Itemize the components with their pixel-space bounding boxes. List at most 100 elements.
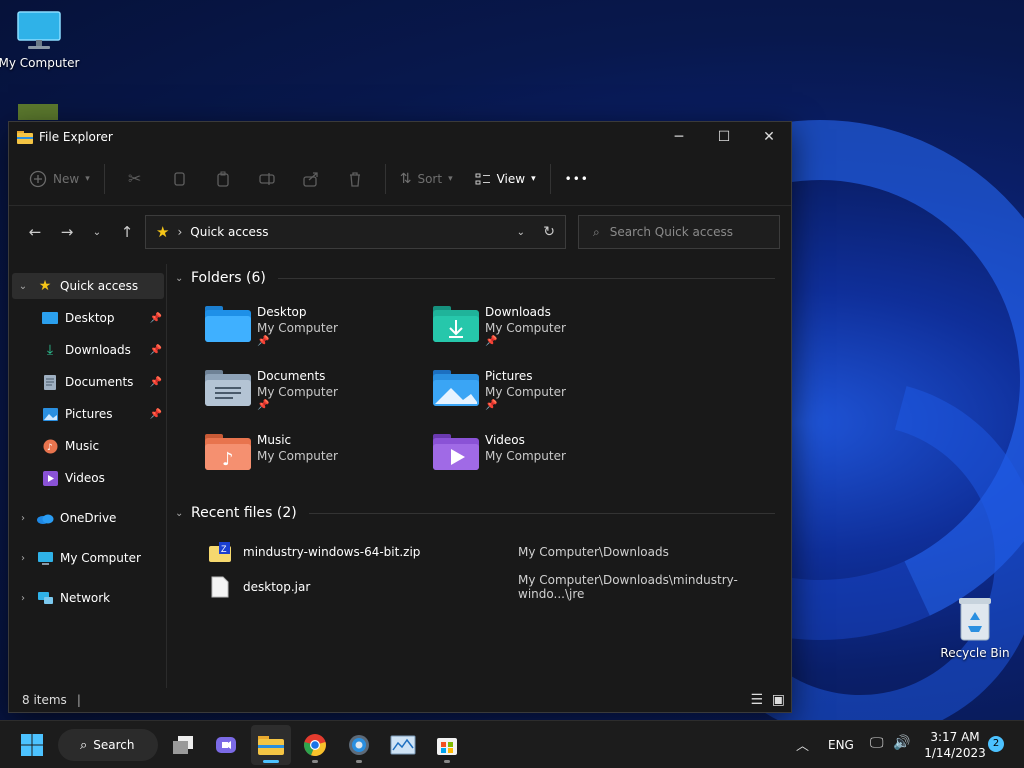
sidebar-item-music[interactable]: ♪ Music xyxy=(39,433,164,459)
chevron-right-icon[interactable]: › xyxy=(12,513,34,524)
chrome-taskbar-button[interactable] xyxy=(295,725,335,765)
tiles-view-icon[interactable]: ▣ xyxy=(772,692,785,708)
close-button[interactable]: ✕ xyxy=(746,122,792,152)
folders-section-header[interactable]: ⌄ Folders (6) xyxy=(175,270,775,286)
up-button[interactable]: ↑ xyxy=(111,216,143,248)
clock[interactable]: 3:17 AM 1/14/2023 xyxy=(922,729,988,761)
divider xyxy=(308,512,775,514)
sidebar-item-pictures[interactable]: Pictures 📌 xyxy=(39,401,164,427)
sidebar-item-label: Network xyxy=(60,591,111,605)
sidebar-item-documents[interactable]: Documents 📌 xyxy=(39,369,164,395)
notification-count: 2 xyxy=(992,738,1000,749)
title-bar[interactable]: File Explorer ─ ☐ ✕ xyxy=(9,122,791,152)
search-icon: ⌕ xyxy=(80,737,88,753)
teams-chat-button[interactable] xyxy=(206,725,246,765)
task-view-button[interactable] xyxy=(163,725,203,765)
recent-locations-button[interactable]: ⌄ xyxy=(83,216,111,248)
delete-button[interactable] xyxy=(339,163,371,195)
show-hidden-icons-button[interactable]: ︿ xyxy=(796,735,809,754)
scissors-icon: ✂ xyxy=(128,169,142,188)
settings-taskbar-button[interactable] xyxy=(339,725,379,765)
folder-tile-music[interactable]: ♪ Music My Computer xyxy=(205,432,425,472)
sidebar-item-my-computer[interactable]: › My Computer xyxy=(12,545,164,571)
store-icon xyxy=(437,738,457,755)
back-button[interactable]: ← xyxy=(19,216,51,248)
star-icon: ★ xyxy=(156,223,170,241)
recent-file-row[interactable]: Z mindustry-windows-64-bit.zip My Comput… xyxy=(209,537,789,567)
pin-icon: 📌 xyxy=(149,408,162,420)
refresh-icon[interactable]: ↻ xyxy=(543,224,555,240)
start-button[interactable] xyxy=(12,725,52,765)
chevron-down-icon[interactable]: ⌄ xyxy=(12,281,34,292)
search-icon: ⌕ xyxy=(593,224,600,239)
sidebar-item-downloads[interactable]: ⤓ Downloads 📌 xyxy=(39,337,164,363)
recent-files-section-header[interactable]: ⌄ Recent files (2) xyxy=(175,505,775,521)
address-bar[interactable]: ★ › Quick access ⌄ ↻ xyxy=(145,215,566,249)
resource-monitor-taskbar-button[interactable] xyxy=(383,725,423,765)
folder-tile-pictures[interactable]: Pictures My Computer 📌 xyxy=(433,368,653,411)
folder-tile-videos[interactable]: Videos My Computer xyxy=(433,432,653,472)
folder-icon xyxy=(258,736,284,755)
desktop-icon-my-computer[interactable]: My Computer xyxy=(0,10,84,70)
section-title: Folders (6) xyxy=(191,270,266,286)
more-options-button[interactable]: ••• xyxy=(559,163,595,195)
cut-button[interactable]: ✂ xyxy=(119,163,151,195)
taskbar-search[interactable]: ⌕ Search xyxy=(58,729,158,761)
folder-tile-documents[interactable]: Documents My Computer 📌 xyxy=(205,368,425,411)
sidebar-item-network[interactable]: › Network xyxy=(12,585,164,611)
music-icon: ♪ xyxy=(39,439,61,454)
pin-icon: 📌 xyxy=(149,376,162,388)
music-folder-icon: ♪ xyxy=(205,434,251,470)
sort-label: Sort xyxy=(417,171,443,186)
notification-badge[interactable]: 2 xyxy=(988,736,1004,752)
recent-file-name: desktop.jar xyxy=(243,580,311,594)
file-icon xyxy=(211,576,229,598)
active-indicator xyxy=(263,760,279,763)
copy-button[interactable] xyxy=(163,163,195,195)
forward-button[interactable]: → xyxy=(51,216,83,248)
view-button[interactable]: View ▾ xyxy=(469,163,542,195)
rename-button[interactable] xyxy=(251,163,283,195)
divider: | xyxy=(76,693,81,707)
share-icon xyxy=(303,171,318,187)
new-button[interactable]: New ▾ xyxy=(23,163,96,195)
sidebar-item-videos[interactable]: Videos xyxy=(39,465,164,491)
maximize-button[interactable]: ☐ xyxy=(701,122,747,152)
folder-tile-desktop[interactable]: Desktop My Computer 📌 xyxy=(205,304,425,347)
network-icon xyxy=(34,591,56,606)
folder-icon xyxy=(17,131,33,144)
navigation-pane: ⌄ ★ Quick access Desktop 📌 ⤓ Downloads 📌… xyxy=(9,264,167,688)
sort-button[interactable]: ⇅ Sort ▾ xyxy=(394,163,459,195)
network-status-icon[interactable]: 🖵 xyxy=(870,735,884,751)
desktop-icon-label: My Computer xyxy=(0,56,80,70)
search-input[interactable]: ⌕ Search Quick access xyxy=(578,215,780,249)
sidebar-item-label: Pictures xyxy=(65,407,113,421)
minimize-button[interactable]: ─ xyxy=(656,122,702,152)
chevron-right-icon[interactable]: › xyxy=(12,553,34,564)
divider xyxy=(277,277,775,279)
file-explorer-taskbar-button[interactable] xyxy=(251,725,291,765)
desktop-icon-recycle-bin[interactable]: Recycle Bin xyxy=(930,596,1020,660)
recent-file-row[interactable]: desktop.jar My Computer\Downloads\mindus… xyxy=(209,572,789,602)
breadcrumb-current[interactable]: Quick access xyxy=(190,225,268,239)
cloud-icon xyxy=(34,513,56,524)
window-title: File Explorer xyxy=(39,130,113,144)
sidebar-item-desktop[interactable]: Desktop 📌 xyxy=(39,305,164,331)
language-indicator[interactable]: ENG xyxy=(828,738,854,752)
details-view-icon[interactable]: ☰ xyxy=(750,692,763,708)
share-button[interactable] xyxy=(295,163,327,195)
sidebar-item-quick-access[interactable]: ⌄ ★ Quick access xyxy=(12,273,164,299)
chevron-right-icon[interactable]: › xyxy=(12,593,34,604)
desktop-icon-label: Recycle Bin xyxy=(940,646,1010,660)
paste-button[interactable] xyxy=(207,163,239,195)
folder-location: My Computer xyxy=(257,321,338,335)
command-bar: New ▾ ✂ ⇅ Sort ▾ View ▾ ••• xyxy=(9,152,791,206)
minimize-icon: ─ xyxy=(674,129,684,145)
sidebar-item-onedrive[interactable]: › OneDrive xyxy=(12,505,164,531)
arrow-up-icon: ↑ xyxy=(120,223,134,241)
clipboard-icon xyxy=(217,171,229,187)
folder-tile-downloads[interactable]: Downloads My Computer 📌 xyxy=(433,304,653,347)
sidebar-item-label: Downloads xyxy=(65,343,131,357)
volume-icon[interactable]: 🔊 xyxy=(893,735,910,751)
store-taskbar-button[interactable] xyxy=(427,725,467,765)
